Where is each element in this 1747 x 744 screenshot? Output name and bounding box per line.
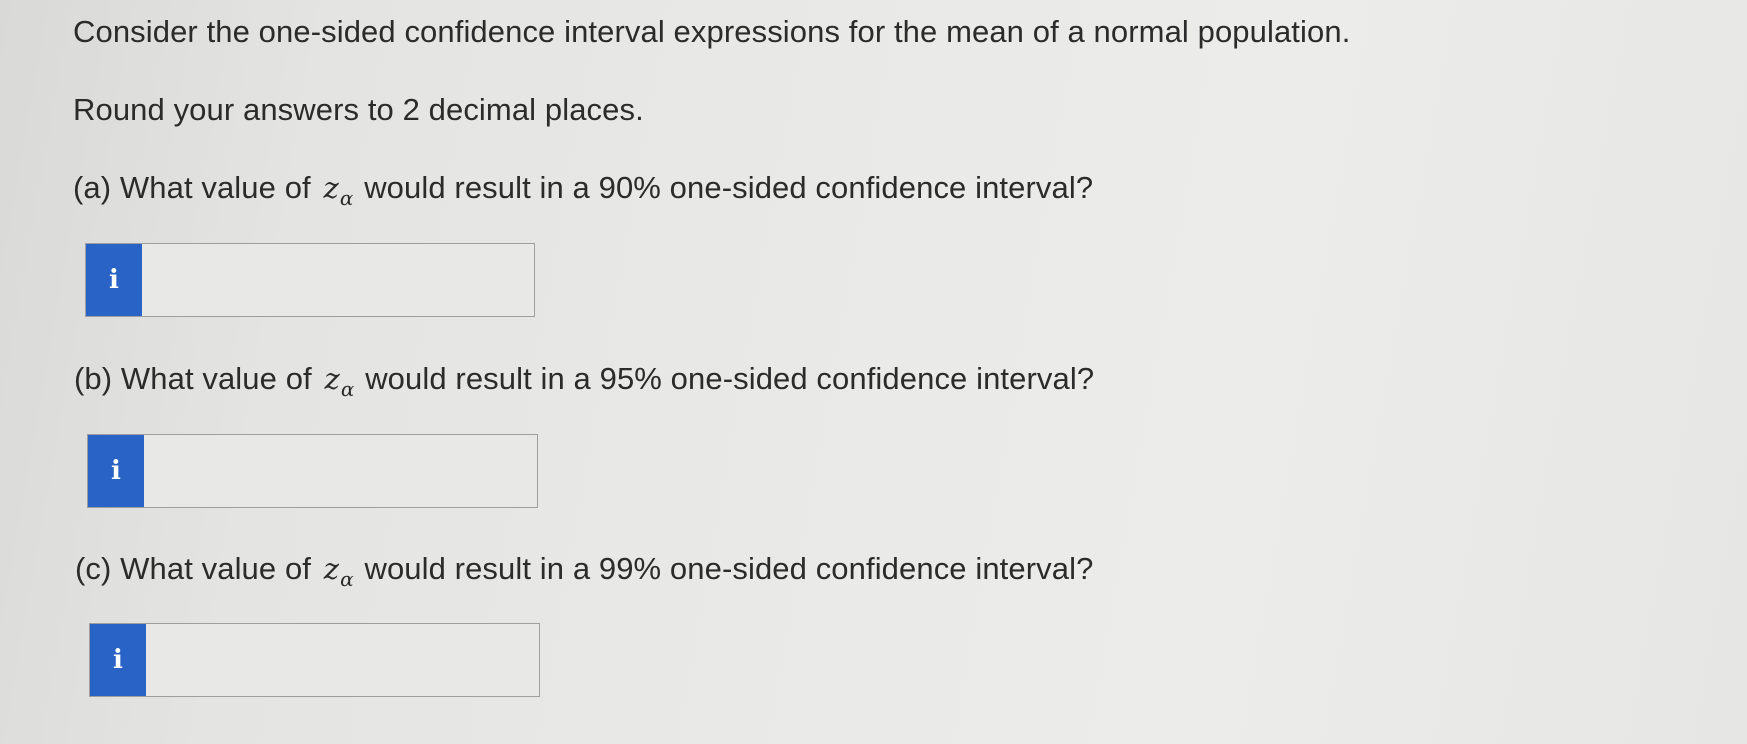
problem-instruction: Round your answers to 2 decimal places. [73,92,644,127]
info-button-a[interactable]: i [86,244,142,316]
info-icon: i [113,645,123,675]
z-alpha-symbol: zα [323,552,354,591]
z-alpha-symbol: zα [324,362,355,401]
problem-intro: Consider the one-sided confidence interv… [73,14,1351,49]
question-b-prefix: (b) What value of [74,361,312,396]
question-b-suffix: would result in a 95% one-sided confiden… [365,361,1095,396]
question-a-suffix: would result in a 90% one-sided confiden… [364,170,1094,205]
answer-b-input[interactable] [144,435,537,507]
question-c-prefix: (c) What value of [75,551,312,586]
question-b: (b) What value of zα would result in a 9… [74,359,1094,409]
info-button-c[interactable]: i [90,624,146,696]
question-c-suffix: would result in a 99% one-sided confiden… [364,551,1094,586]
question-a: (a) What value of zα would result in a 9… [73,168,1093,218]
question-a-prefix: (a) What value of [73,170,311,205]
info-button-b[interactable]: i [88,435,144,507]
answer-a-field: i [85,243,535,317]
question-page: Consider the one-sided confidence interv… [0,0,1747,744]
z-alpha-symbol: zα [323,171,354,210]
answer-c-field: i [89,623,540,697]
question-c: (c) What value of zα would result in a 9… [75,549,1093,599]
answer-b-field: i [87,434,538,508]
answer-a-input[interactable] [142,244,534,316]
info-icon: i [111,456,121,486]
info-icon: i [109,265,119,295]
answer-c-input[interactable] [146,624,539,696]
